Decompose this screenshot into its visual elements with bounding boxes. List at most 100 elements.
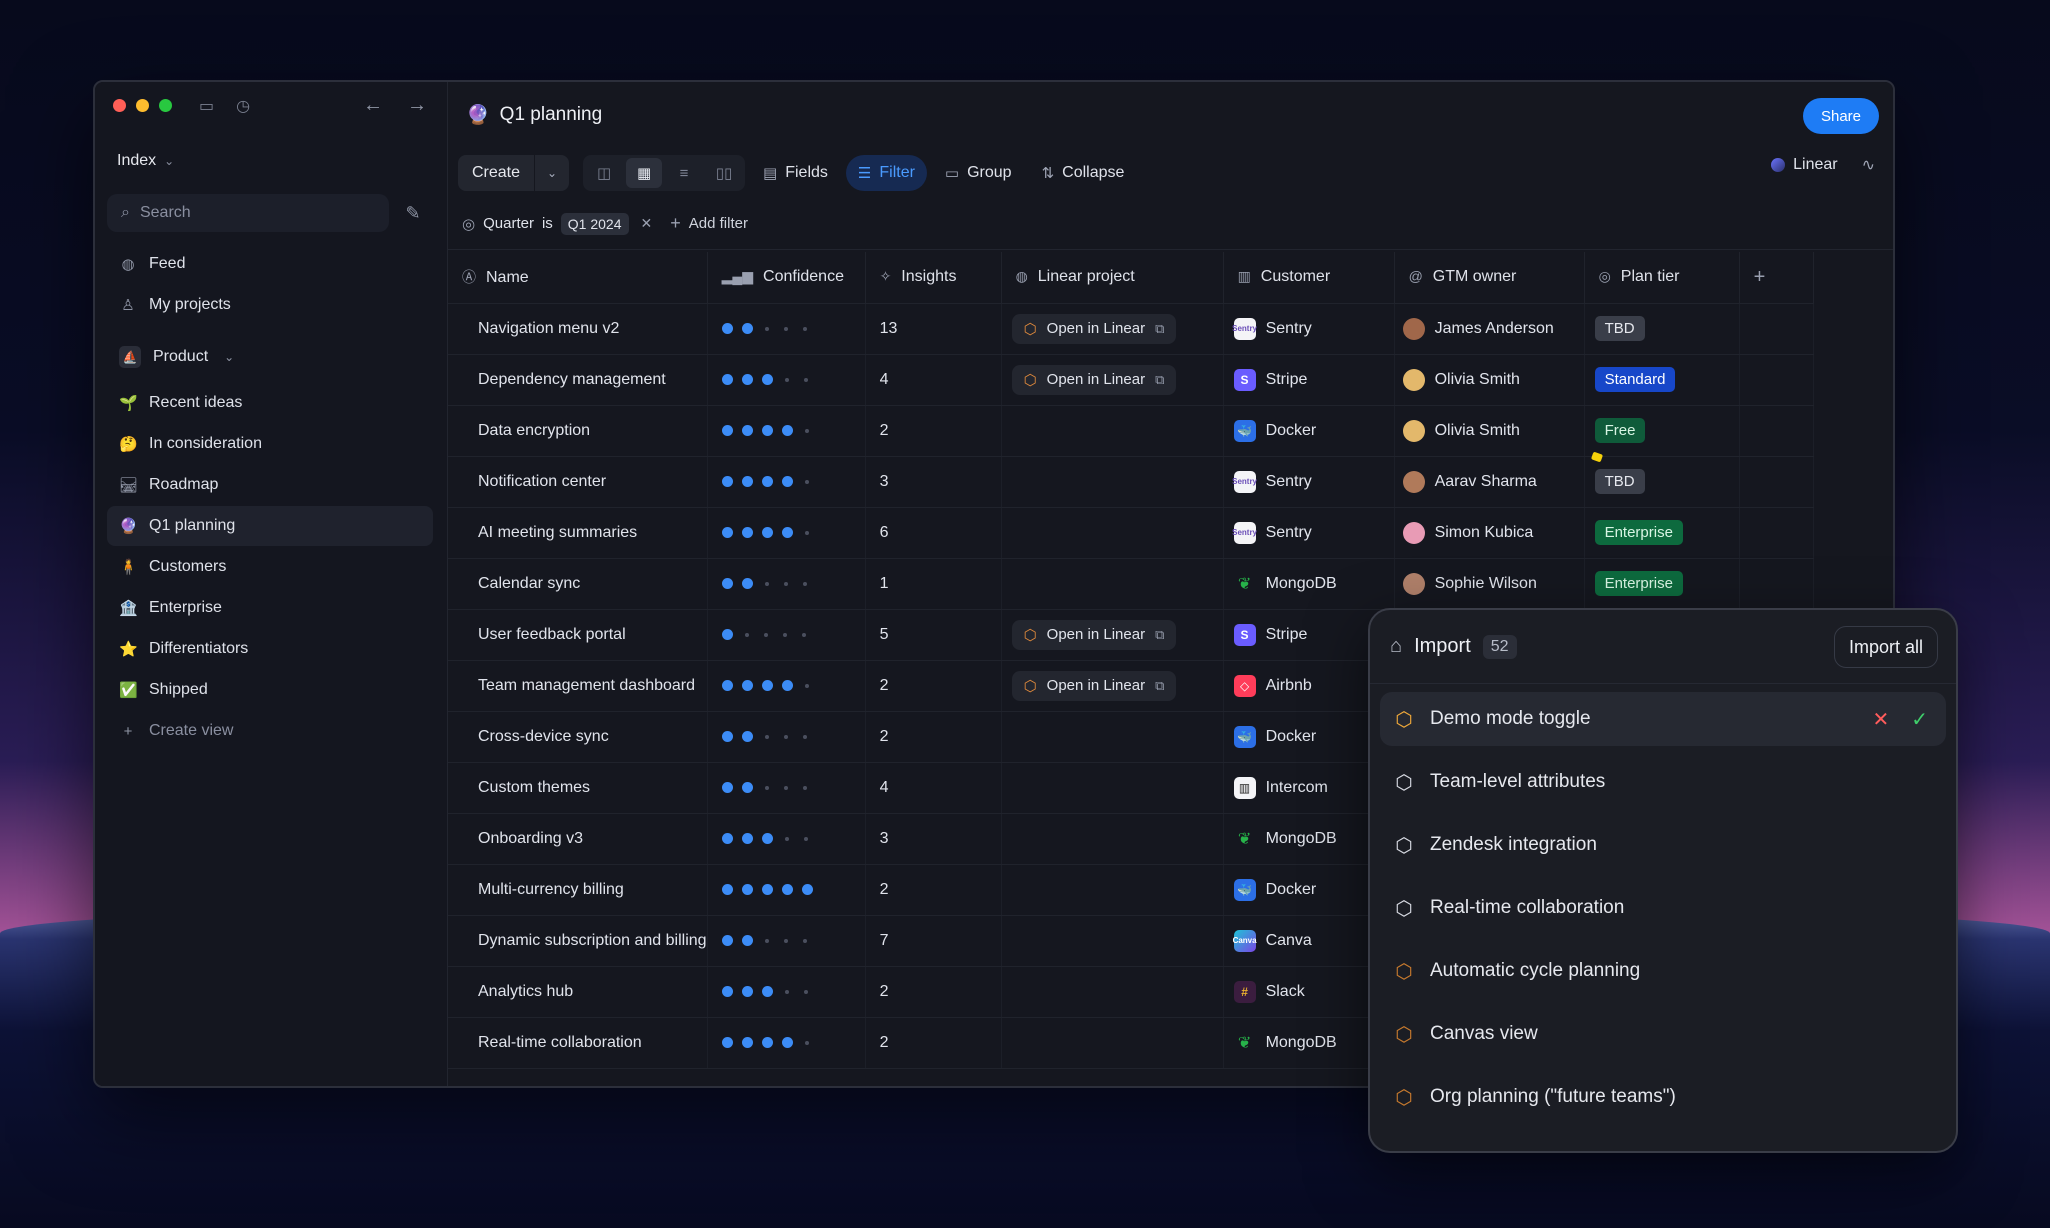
import-item[interactable]: ⬡ Org planning ("future teams"): [1380, 1070, 1946, 1124]
cell-confidence[interactable]: [707, 660, 866, 712]
cell-confidence[interactable]: [707, 456, 866, 508]
cell-gtm-owner[interactable]: Simon Kubica: [1394, 507, 1585, 559]
sidebar-toggle-icon[interactable]: ▭: [199, 96, 214, 116]
cell-name[interactable]: Data encryption: [448, 405, 708, 457]
collapse-button[interactable]: ⇅ Collapse: [1030, 155, 1137, 191]
filter-button[interactable]: ☰ Filter: [845, 155, 927, 191]
cell-linear-project[interactable]: [1001, 456, 1224, 508]
cell-name[interactable]: Navigation menu v2: [448, 303, 708, 355]
cell-gtm-owner[interactable]: Sophie Wilson: [1394, 558, 1585, 610]
add-column-button[interactable]: +: [1739, 252, 1814, 304]
board-view-icon[interactable]: ◫: [586, 158, 622, 188]
cell-name[interactable]: Notification center: [448, 456, 708, 508]
close-window-button[interactable]: [113, 99, 126, 112]
workspace-selector[interactable]: Index ⌄: [117, 152, 174, 170]
reject-icon[interactable]: ✕: [1872, 707, 1889, 732]
table-row[interactable]: Navigation menu v2 13 ⬡ Open in Linear ⧉ Sent…: [448, 303, 1814, 355]
cell-customer[interactable]: ❦ MongoDB: [1223, 558, 1395, 610]
cell-insights[interactable]: 6: [865, 507, 1002, 559]
sidebar-item-q1-planning[interactable]: 🔮 Q1 planning: [107, 506, 433, 546]
cell-linear-project[interactable]: ⬡ Open in Linear ⧉: [1001, 660, 1224, 712]
sidebar-item-feed[interactable]: ◍ Feed: [107, 244, 433, 284]
cell-name[interactable]: Analytics hub: [448, 966, 708, 1018]
group-button[interactable]: ▭ Group: [933, 155, 1024, 191]
column-header-customer[interactable]: ▥ Customer: [1223, 252, 1395, 304]
cell-insights[interactable]: 3: [865, 456, 1002, 508]
cell-name[interactable]: AI meeting summaries: [448, 507, 708, 559]
import-item[interactable]: ⬡ Demo mode toggle ✕ ✓: [1380, 692, 1946, 746]
cell-confidence[interactable]: [707, 405, 866, 457]
timeline-view-icon[interactable]: ≡: [666, 158, 702, 188]
cell-customer[interactable]: S Stripe: [1223, 354, 1395, 406]
table-row[interactable]: AI meeting summaries 6 Sentry Sentry Simon K…: [448, 507, 1814, 559]
cell-confidence[interactable]: [707, 711, 866, 763]
cell-linear-project[interactable]: [1001, 1017, 1224, 1069]
cell-linear-project[interactable]: [1001, 711, 1224, 763]
cell-confidence[interactable]: [707, 303, 866, 355]
import-item[interactable]: ⬡ Team-level attributes: [1380, 755, 1946, 809]
cell-insights[interactable]: 2: [865, 864, 1002, 916]
column-header-plan-tier[interactable]: ◎ Plan tier: [1584, 252, 1740, 304]
share-button[interactable]: Share: [1802, 98, 1879, 134]
cell-confidence[interactable]: [707, 507, 866, 559]
cell-confidence[interactable]: [707, 864, 866, 916]
cell-insights[interactable]: 4: [865, 354, 1002, 406]
cell-insights[interactable]: 2: [865, 966, 1002, 1018]
cell-confidence[interactable]: [707, 609, 866, 661]
open-in-linear-button[interactable]: ⬡ Open in Linear ⧉: [1011, 364, 1177, 395]
cell-name[interactable]: Dynamic subscription and billing: [448, 915, 708, 967]
table-row[interactable]: Notification center 3 Sentry Sentry Aarav Sh…: [448, 456, 1814, 508]
compose-icon[interactable]: ✎: [399, 199, 427, 227]
back-arrow-icon[interactable]: ←: [363, 94, 383, 117]
cell-linear-project[interactable]: [1001, 864, 1224, 916]
cell-name[interactable]: Team management dashboard: [448, 660, 708, 712]
cell-name[interactable]: Onboarding v3: [448, 813, 708, 865]
create-dropdown-chevron-icon[interactable]: ⌄: [535, 155, 569, 191]
cell-confidence[interactable]: [707, 1017, 866, 1069]
remove-filter-icon[interactable]: ✕: [641, 215, 653, 232]
column-header-insights[interactable]: ✧ Insights: [865, 252, 1002, 304]
import-item[interactable]: ⬡ Canvas view: [1380, 1007, 1946, 1061]
cell-gtm-owner[interactable]: Olivia Smith: [1394, 354, 1585, 406]
cell-insights[interactable]: 13: [865, 303, 1002, 355]
cell-plan-tier[interactable]: TBD: [1584, 303, 1740, 355]
cell-name[interactable]: Multi-currency billing: [448, 864, 708, 916]
create-view-button[interactable]: + Create view: [107, 711, 433, 751]
cell-linear-project[interactable]: [1001, 966, 1224, 1018]
import-item[interactable]: ⬡ Planning games: [1380, 1133, 1946, 1151]
cell-name[interactable]: Calendar sync: [448, 558, 708, 610]
cell-plan-tier[interactable]: Enterprise: [1584, 558, 1740, 610]
table-row[interactable]: Dependency management 4 ⬡ Open in Linear ⧉ S S…: [448, 354, 1814, 406]
cell-gtm-owner[interactable]: Aarav Sharma: [1394, 456, 1585, 508]
import-item[interactable]: ⬡ Real-time collaboration: [1380, 881, 1946, 935]
cell-name[interactable]: User feedback portal: [448, 609, 708, 661]
column-header-linear-project[interactable]: ◍ Linear project: [1001, 252, 1224, 304]
table-row[interactable]: Data encryption 2 🐳 Docker Olivia Smith Free: [448, 405, 1814, 457]
table-view-icon[interactable]: ▦: [626, 158, 663, 188]
cell-confidence[interactable]: [707, 762, 866, 814]
cell-plan-tier[interactable]: Standard: [1584, 354, 1740, 406]
cell-linear-project[interactable]: ⬡ Open in Linear ⧉: [1001, 354, 1224, 406]
sidebar-item-customers[interactable]: 🧍 Customers: [107, 547, 433, 587]
cell-customer[interactable]: 🐳 Docker: [1223, 405, 1395, 457]
open-in-linear-button[interactable]: ⬡ Open in Linear ⧉: [1011, 313, 1177, 344]
cell-insights[interactable]: 7: [865, 915, 1002, 967]
cell-linear-project[interactable]: ⬡ Open in Linear ⧉: [1001, 303, 1224, 355]
open-in-linear-button[interactable]: ⬡ Open in Linear ⧉: [1011, 619, 1177, 650]
search-input[interactable]: ⌕ Search: [107, 194, 389, 232]
cell-linear-project[interactable]: [1001, 813, 1224, 865]
sidebar-item-in-consideration[interactable]: 🤔 In consideration: [107, 424, 433, 464]
cell-customer[interactable]: Sentry Sentry: [1223, 303, 1395, 355]
maximize-window-button[interactable]: [159, 99, 172, 112]
cell-insights[interactable]: 3: [865, 813, 1002, 865]
create-button[interactable]: Create: [458, 155, 536, 191]
cell-insights[interactable]: 5: [865, 609, 1002, 661]
sidebar-item-enterprise[interactable]: 🏦 Enterprise: [107, 588, 433, 628]
column-header-gtm-owner[interactable]: @ GTM owner: [1394, 252, 1585, 304]
activity-icon[interactable]: ∿: [1862, 155, 1875, 175]
import-item[interactable]: ⬡ Automatic cycle planning: [1380, 944, 1946, 998]
cell-insights[interactable]: 2: [865, 660, 1002, 712]
cell-confidence[interactable]: [707, 915, 866, 967]
cell-insights[interactable]: 2: [865, 405, 1002, 457]
cell-linear-project[interactable]: [1001, 558, 1224, 610]
